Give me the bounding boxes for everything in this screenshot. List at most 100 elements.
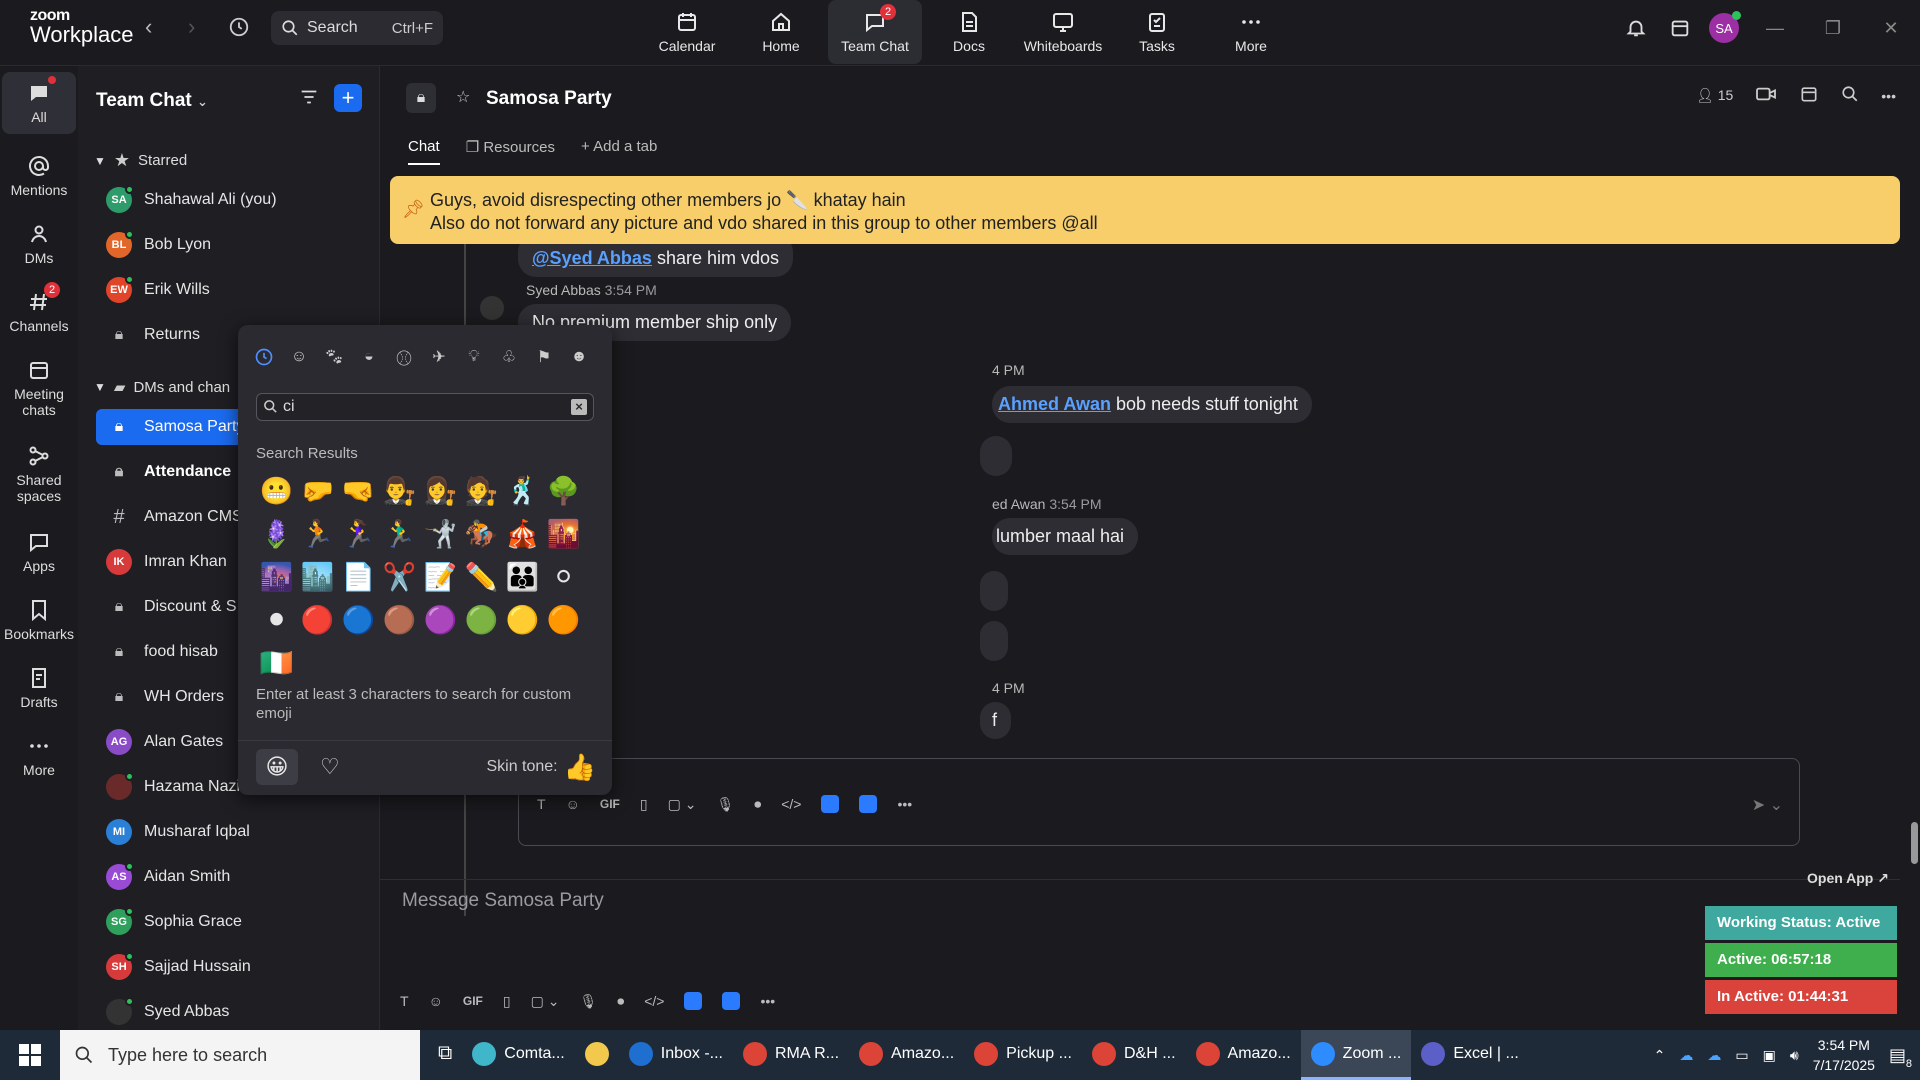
taskbar-search[interactable]: Type here to search xyxy=(60,1030,420,1080)
new-chat-button[interactable]: + xyxy=(334,84,362,112)
send-icon[interactable]: ➤ ⌄ xyxy=(1752,795,1783,815)
nav-team-chat[interactable]: 2 Team Chat xyxy=(828,0,922,64)
sidebar-item[interactable]: 🔒︎ Returns xyxy=(106,317,200,353)
emoji-item[interactable]: 🇮🇪 xyxy=(256,642,297,685)
clear-search-icon[interactable]: × xyxy=(571,399,587,415)
more-tools-icon[interactable]: ••• xyxy=(760,993,775,1009)
volume-icon[interactable]: 🔊︎ xyxy=(1790,1047,1799,1064)
emoji-item[interactable]: 🏇 xyxy=(461,513,502,556)
nav-docs[interactable]: Docs xyxy=(922,0,1016,64)
star-outline-icon[interactable]: ☆ xyxy=(456,87,470,107)
nav-calendar[interactable]: Calendar xyxy=(640,0,734,64)
video-message-icon[interactable]: ⏺︎ xyxy=(617,993,624,1010)
emoji-item[interactable]: 🎪 xyxy=(502,513,543,556)
taskbar-app[interactable]: RMA R... xyxy=(733,1030,849,1080)
symbols-category-icon[interactable]: ♧ xyxy=(497,345,521,369)
emoji-item[interactable]: 🕺 xyxy=(502,470,543,513)
emoji-item[interactable]: 👪 xyxy=(502,556,543,599)
sidebar-item[interactable]: 🔒︎ WH Orders xyxy=(106,679,224,715)
skin-tone-selector[interactable]: Skin tone: 👍 xyxy=(486,752,596,783)
emoji-item[interactable]: 📄 xyxy=(338,556,379,599)
code-icon[interactable]: </> xyxy=(644,993,664,1009)
emoji-item[interactable]: 🤜 xyxy=(338,470,379,513)
text-format-icon[interactable]: T xyxy=(537,796,546,812)
maximize-button[interactable]: ❐ xyxy=(1804,18,1862,39)
emoji-item[interactable]: 🤛 xyxy=(297,470,338,513)
flags-category-icon[interactable]: ⚑ xyxy=(532,345,556,369)
rail-apps[interactable]: Apps xyxy=(2,522,76,582)
emoji-item[interactable]: 🟢 xyxy=(461,599,502,642)
travel-category-icon[interactable]: ✈︎ xyxy=(427,345,451,369)
close-window-button[interactable]: ✕ xyxy=(1862,18,1920,39)
forward-arrow-icon[interactable]: › xyxy=(188,14,195,40)
taskbar-app[interactable] xyxy=(575,1030,619,1080)
sidebar-item[interactable]: 🔒︎ Attendance xyxy=(106,454,231,490)
emoji-item[interactable]: 🤺 xyxy=(420,513,461,556)
app-icon-1[interactable] xyxy=(684,992,703,1010)
screenshot-icon[interactable]: ▢ ⌄ xyxy=(531,993,560,1010)
emoji-item[interactable]: 🔵 xyxy=(338,599,379,642)
emoji-item[interactable]: 🟤 xyxy=(379,599,420,642)
sidebar-item[interactable]: 🔒︎ food hisab xyxy=(106,634,218,670)
sidebar-item[interactable]: Hazama Nazir xyxy=(106,769,245,805)
emoji-search-input[interactable]: ci × xyxy=(256,393,594,421)
rail-dms[interactable]: DMs xyxy=(2,214,76,274)
nav-whiteboards[interactable]: Whiteboards xyxy=(1016,0,1110,64)
rail-bookmarks[interactable]: Bookmarks xyxy=(2,590,76,650)
sidebar-item[interactable]: Syed Abbas xyxy=(106,994,229,1030)
onedrive-icon[interactable]: ☁ xyxy=(1707,1047,1721,1064)
emoji-item[interactable]: 🧑‍⚖️ xyxy=(461,470,502,513)
rail-drafts[interactable]: Drafts xyxy=(2,658,76,718)
emoji-item[interactable]: 🌳 xyxy=(543,470,584,513)
sidebar-item[interactable]: 🔒︎ Discount & S xyxy=(106,589,237,625)
global-search[interactable]: Search Ctrl+F xyxy=(271,11,443,45)
sidebar-item[interactable]: BL Bob Lyon xyxy=(106,227,211,263)
clock[interactable]: 3:54 PM 7/17/2025 xyxy=(1813,1035,1875,1075)
calendar-status-icon[interactable] xyxy=(1658,17,1702,39)
sidebar-item[interactable]: EW Erik Wills xyxy=(106,272,210,308)
emoji-item[interactable]: 👨‍⚖️ xyxy=(379,470,420,513)
dms-section[interactable]: ▼ ▰ DMs and chan xyxy=(94,378,230,397)
nav-tasks[interactable]: Tasks xyxy=(1110,0,1204,64)
emoji-tab-icon[interactable]: 😀 xyxy=(256,749,298,785)
rail-all[interactable]: All xyxy=(2,72,76,134)
emoji-item[interactable]: 🌆 xyxy=(256,556,297,599)
custom-emoji-icon[interactable]: ☻ xyxy=(567,345,591,369)
channel-title[interactable]: Samosa Party xyxy=(486,88,612,110)
mic-icon[interactable]: 🎙︎ xyxy=(579,993,597,1010)
recent-icon[interactable] xyxy=(252,345,276,369)
activity-category-icon[interactable]: ⚾︎ xyxy=(392,345,416,369)
profile-avatar[interactable]: SA xyxy=(1702,11,1746,43)
battery-icon[interactable]: ▭ xyxy=(1735,1047,1748,1064)
taskbar-app[interactable]: Amazo... xyxy=(1186,1030,1301,1080)
rail-meeting-chats[interactable]: Meeting chats xyxy=(2,350,76,426)
rail-shared-spaces[interactable]: Shared spaces xyxy=(2,436,76,512)
history-icon[interactable] xyxy=(228,16,250,44)
sidebar-item[interactable]: IK Imran Khan xyxy=(106,544,227,580)
emoji-item[interactable]: 🌇 xyxy=(543,513,584,556)
sidebar-item[interactable]: # Amazon CMS xyxy=(106,499,242,535)
emoji-icon[interactable]: ☺ xyxy=(429,993,443,1009)
app-icon-1[interactable] xyxy=(821,795,840,813)
sidebar-item[interactable]: AG Alan Gates xyxy=(106,724,223,760)
emoji-item[interactable]: ✏️ xyxy=(461,556,502,599)
mention-link[interactable]: @Syed Abbas xyxy=(532,248,652,268)
rail-more[interactable]: More xyxy=(2,726,76,786)
rail-channels[interactable]: 2 Channels xyxy=(2,282,76,342)
tab-chat[interactable]: Chat xyxy=(408,138,440,165)
file-icon[interactable]: ▯ xyxy=(640,796,648,813)
rail-mentions[interactable]: Mentions xyxy=(2,146,76,206)
tab-add[interactable]: + Add a tab xyxy=(581,138,657,165)
network-icon[interactable]: ▣ xyxy=(1763,1047,1776,1064)
video-icon[interactable] xyxy=(1755,85,1777,106)
taskbar-app[interactable]: Comta... xyxy=(462,1030,574,1080)
filter-icon[interactable] xyxy=(298,86,320,113)
taskbar-app[interactable]: Excel | ... xyxy=(1411,1030,1529,1080)
food-category-icon[interactable]: ◒ xyxy=(357,345,381,369)
emoji-item[interactable]: 🪻 xyxy=(256,513,297,556)
taskbar-app[interactable]: D&H ... xyxy=(1082,1030,1186,1080)
members-button[interactable]: 👤︎ 15 xyxy=(1696,87,1733,104)
starred-section[interactable]: ▼ ★ Starred xyxy=(94,150,187,171)
chevron-up-icon[interactable]: ⌃ xyxy=(1654,1047,1666,1064)
pinned-message[interactable]: 📌︎ Guys, avoid disrespecting other membe… xyxy=(390,176,1900,244)
